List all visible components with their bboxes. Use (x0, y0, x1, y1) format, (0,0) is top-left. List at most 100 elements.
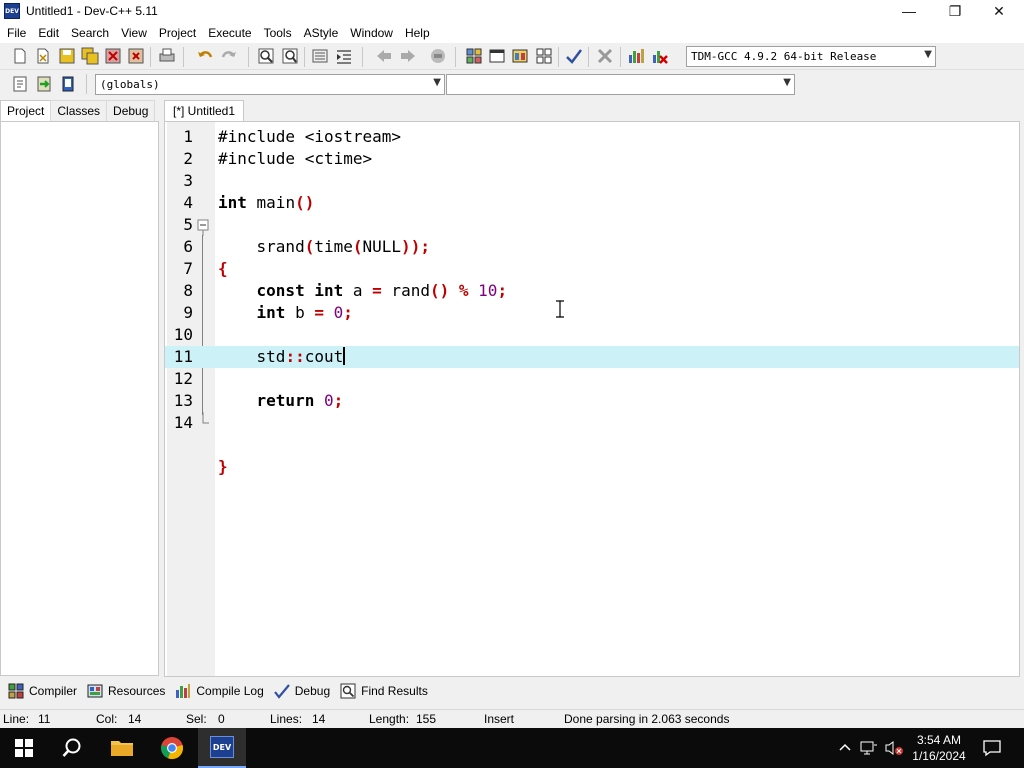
insert-button[interactable] (10, 74, 30, 94)
menu-file[interactable]: File (0, 26, 31, 40)
tab-debug-output[interactable]: Debug (270, 680, 336, 702)
comment-button[interactable] (58, 74, 78, 94)
chrome-button[interactable] (148, 728, 196, 768)
network-icon[interactable] (860, 741, 878, 755)
open-file-button[interactable] (33, 46, 53, 66)
code-line[interactable]: 1 #include <iostream> (165, 126, 1019, 148)
toolbar-separator (588, 47, 589, 67)
fullscreen-button[interactable] (487, 46, 507, 66)
chevron-up-icon[interactable] (838, 741, 852, 755)
unindent-button[interactable] (334, 46, 354, 66)
project-manager-button[interactable] (464, 46, 484, 66)
tab-compile-log[interactable]: Compile Log (171, 680, 269, 702)
line-number: 3 (183, 171, 193, 190)
debug-check-icon (273, 683, 290, 699)
start-button[interactable] (0, 728, 48, 768)
delete-profile-button[interactable] (650, 46, 670, 66)
menu-window[interactable]: Window (343, 26, 398, 40)
status-length-value: 155 (416, 712, 437, 726)
resources-icon (87, 683, 103, 699)
devcpp-app-icon[interactable]: DEV (4, 3, 20, 19)
close-button[interactable]: ✕ (976, 0, 1022, 22)
class-browser-button[interactable] (510, 46, 530, 66)
tab-project[interactable]: Project (0, 100, 52, 121)
code-line[interactable]: 10 (165, 324, 1019, 346)
line-number: 7 (183, 259, 193, 278)
project-tree[interactable] (0, 121, 159, 676)
toggle-bookmark-button[interactable] (428, 46, 448, 66)
minimize-button[interactable]: — (886, 0, 932, 22)
menu-edit[interactable]: Edit (31, 26, 64, 40)
tab-untitled1[interactable]: [*] Untitled1 (164, 100, 245, 121)
compile-check-button[interactable] (564, 46, 584, 66)
undo-button[interactable] (195, 46, 215, 66)
save-all-icon (81, 47, 99, 65)
code-line[interactable]: 5 { (165, 214, 1019, 278)
new-file-button[interactable] (10, 46, 30, 66)
tab-find-results[interactable]: Find Results (336, 680, 434, 702)
save-all-button[interactable] (80, 46, 100, 66)
chrome-icon (161, 737, 184, 760)
menu-astyle[interactable]: AStyle (297, 26, 344, 40)
code-line[interactable]: 8 const int a = rand() % 10; (165, 280, 1019, 302)
code-line[interactable]: 2 #include <ctime> (165, 148, 1019, 170)
current-code-line[interactable]: 11 std::cout (165, 346, 1019, 368)
menu-view[interactable]: View (114, 26, 152, 40)
code-line[interactable]: 3 (165, 170, 1019, 192)
secondary-toolbar: (globals) ▼ ▼ (0, 70, 1024, 98)
menu-help[interactable]: Help (398, 26, 435, 40)
insert-code-icon (13, 76, 27, 92)
save-button[interactable] (57, 46, 77, 66)
goto-back-button[interactable] (374, 46, 394, 66)
redo-button[interactable] (219, 46, 239, 66)
code-area[interactable]: 1 #include <iostream> 2 #include <ctime> 3… (165, 126, 1019, 476)
code-line[interactable]: 13 return 0; (165, 390, 1019, 412)
menu-tools[interactable]: Tools (257, 26, 297, 40)
code-editor[interactable]: 1 #include <iostream> 2 #include <ctime> 3… (164, 121, 1020, 677)
close-all-button[interactable] (126, 46, 146, 66)
code-line[interactable]: 7 (165, 258, 1019, 280)
indent-button[interactable] (310, 46, 330, 66)
status-lines-label: Lines: (270, 712, 303, 726)
stop-execution-button[interactable] (595, 46, 615, 66)
replace-button[interactable] (280, 46, 300, 66)
taskbar-clock[interactable]: 3:54 AM 1/16/2024 (906, 732, 972, 764)
volume-muted-icon[interactable] (884, 740, 904, 756)
menu-search[interactable]: Search (64, 26, 114, 40)
toggle-breakpoint-button[interactable] (34, 74, 54, 94)
print-button[interactable] (157, 46, 177, 66)
code-line[interactable]: 9 int b = 0; (165, 302, 1019, 324)
compiler-select[interactable]: TDM-GCC 4.9.2 64-bit Release ▼ (686, 46, 936, 67)
scope-select[interactable]: (globals) ▼ (95, 74, 445, 95)
devcpp-taskbar-button[interactable]: DEV (198, 728, 246, 768)
member-select[interactable]: ▼ (446, 74, 795, 95)
bookmark-page-icon (62, 76, 74, 92)
code-line[interactable]: 6 srand(time(NULL)); (165, 236, 1019, 258)
notification-center-button[interactable] (968, 728, 1016, 768)
close-file-button[interactable] (103, 46, 123, 66)
maximize-button[interactable]: ❐ (932, 0, 978, 22)
find-button[interactable] (256, 46, 276, 66)
window-icon (489, 49, 505, 63)
fold-collapse-icon[interactable] (197, 214, 209, 236)
tab-debug[interactable]: Debug (106, 100, 156, 121)
goto-forward-button[interactable] (398, 46, 418, 66)
tab-classes[interactable]: Classes (50, 100, 108, 121)
profile-button[interactable] (626, 46, 646, 66)
menu-project[interactable]: Project (152, 26, 201, 40)
notification-icon (983, 740, 1001, 757)
line-text: srand(time(NULL)); (218, 237, 430, 256)
code-line[interactable]: 14 } (165, 412, 1019, 476)
line-text: return 0; (256, 391, 344, 410)
tile-windows-button[interactable] (534, 46, 554, 66)
tab-compiler[interactable]: Compiler (4, 680, 83, 702)
taskbar-search-button[interactable] (48, 728, 96, 768)
undo-icon (198, 51, 213, 58)
tab-resources[interactable]: Resources (83, 680, 171, 702)
code-line[interactable]: 4 int main() (165, 192, 1019, 214)
menu-execute[interactable]: Execute (201, 26, 256, 40)
line-number: 9 (183, 303, 193, 322)
code-line[interactable]: 12 (165, 368, 1019, 390)
redo-icon (221, 51, 236, 58)
file-explorer-button[interactable] (98, 728, 146, 768)
